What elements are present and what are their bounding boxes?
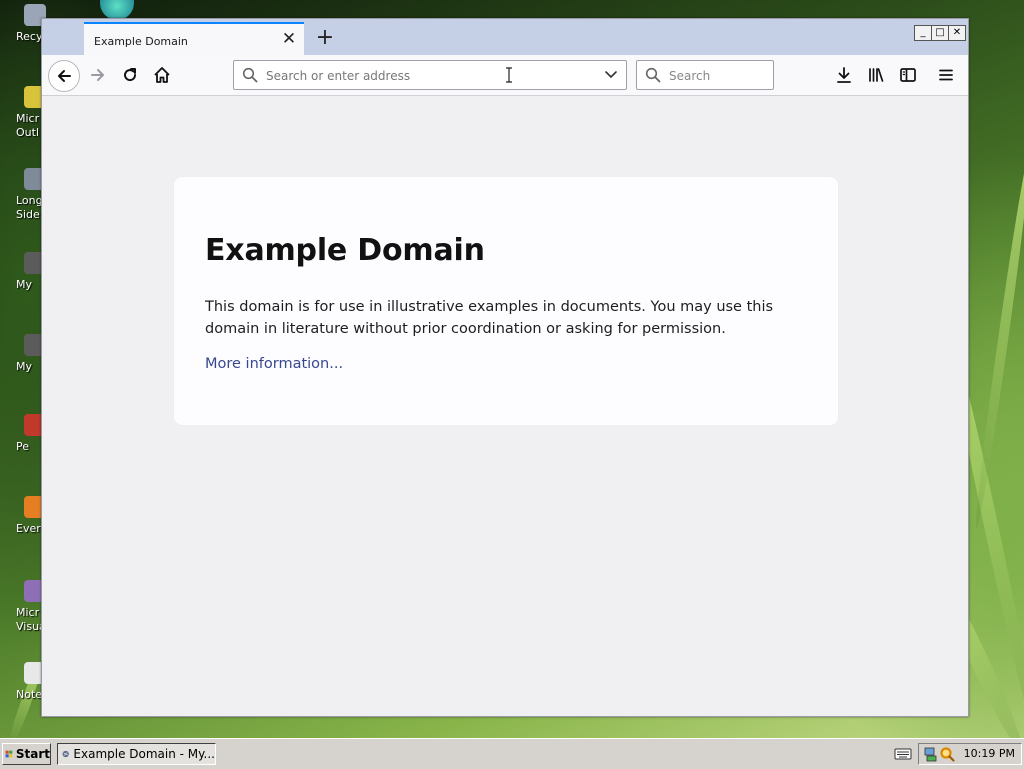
start-label: Start bbox=[15, 747, 50, 761]
sidebar-icon bbox=[900, 68, 916, 82]
search-tray-icon[interactable] bbox=[939, 746, 955, 762]
library-button[interactable] bbox=[862, 61, 890, 89]
forward-arrow-icon bbox=[91, 69, 104, 81]
page-title: Example Domain bbox=[205, 233, 485, 268]
reload-icon bbox=[124, 68, 137, 82]
search-icon bbox=[645, 67, 661, 83]
windows-logo-icon bbox=[5, 750, 13, 758]
network-icon[interactable] bbox=[923, 746, 937, 762]
browser-window: Example Domain ✕ + _ □ ✕ Search or enter… bbox=[41, 18, 969, 717]
start-button[interactable]: Start bbox=[2, 743, 51, 765]
back-button[interactable] bbox=[48, 60, 80, 92]
downloads-icon bbox=[837, 67, 851, 83]
more-information-link[interactable]: More information... bbox=[205, 356, 343, 372]
back-arrow-icon bbox=[58, 70, 71, 82]
address-input[interactable] bbox=[264, 61, 598, 91]
minimize-button[interactable]: _ bbox=[914, 25, 932, 41]
reload-button[interactable] bbox=[116, 61, 144, 89]
content-card: Example Domain This domain is for use in… bbox=[174, 177, 838, 425]
home-icon bbox=[154, 67, 170, 83]
desktop-app-icon[interactable] bbox=[100, 0, 134, 20]
search-bar[interactable] bbox=[636, 60, 774, 91]
close-window-button[interactable]: ✕ bbox=[948, 25, 966, 41]
sidebar-button[interactable] bbox=[894, 61, 922, 89]
close-tab-icon[interactable]: ✕ bbox=[280, 30, 298, 48]
tab-example-domain[interactable]: Example Domain ✕ bbox=[84, 22, 304, 55]
search-input[interactable] bbox=[667, 61, 771, 91]
menu-icon bbox=[939, 69, 953, 81]
downloads-button[interactable] bbox=[830, 61, 858, 89]
home-button[interactable] bbox=[148, 61, 176, 89]
library-icon bbox=[869, 68, 884, 82]
system-tray: 10:19 PM bbox=[918, 743, 1022, 765]
chevron-down-icon[interactable] bbox=[604, 69, 618, 81]
page-content: Example Domain This domain is for use in… bbox=[42, 96, 968, 716]
taskbar: Start Example Domain - My... 10:19 PM bbox=[0, 738, 1024, 769]
nav-toolbar bbox=[42, 55, 968, 96]
menu-button[interactable] bbox=[932, 61, 960, 89]
tab-title: Example Domain bbox=[94, 35, 188, 48]
taskbar-item-label: Example Domain - My... bbox=[73, 747, 215, 761]
browser-app-icon bbox=[62, 750, 69, 758]
page-body-text: This domain is for use in illustrative e… bbox=[205, 299, 774, 337]
clock: 10:19 PM bbox=[963, 747, 1015, 760]
forward-button[interactable] bbox=[84, 61, 112, 89]
new-tab-button[interactable]: + bbox=[312, 25, 338, 51]
text-cursor-icon bbox=[506, 67, 512, 83]
search-icon bbox=[242, 67, 258, 83]
keyboard-icon[interactable] bbox=[894, 747, 912, 761]
address-bar[interactable] bbox=[233, 60, 627, 91]
taskbar-item-browser[interactable]: Example Domain - My... bbox=[57, 743, 216, 765]
maximize-button[interactable]: □ bbox=[931, 25, 949, 41]
tab-strip: Example Domain ✕ + _ □ ✕ bbox=[42, 19, 968, 55]
